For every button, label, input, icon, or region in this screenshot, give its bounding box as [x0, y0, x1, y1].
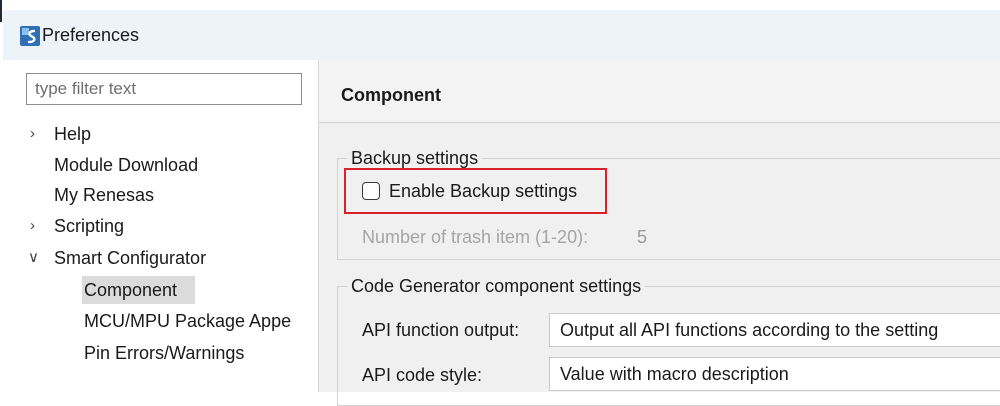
tree-item-component[interactable]: Component [84, 278, 177, 302]
trash-item-label: Number of trash item (1-20): [362, 227, 589, 247]
api-output-label: API function output: [362, 320, 520, 340]
enable-backup-label[interactable]: Enable Backup settings [389, 179, 577, 203]
backup-settings-title: Backup settings [347, 147, 483, 169]
preferences-tree-panel: › Help Module Download My Renesas › Scri… [3, 60, 319, 392]
api-output-value: Output all API functions according to th… [560, 320, 939, 340]
api-style-label: API code style: [362, 365, 483, 385]
chevron-right-icon[interactable]: › [30, 214, 35, 238]
page-title: Component [341, 85, 441, 105]
tree-item-help[interactable]: Help [54, 122, 91, 146]
trash-item-input[interactable]: 5 [637, 225, 647, 249]
tree-item-module-download[interactable]: Module Download [54, 153, 198, 177]
filter-input[interactable] [26, 73, 302, 105]
enable-backup-checkbox[interactable] [362, 182, 380, 200]
api-style-select[interactable]: Value with macro description [549, 357, 1000, 391]
tree-item-mcu-mpu-package[interactable]: MCU/MPU Package Appe [84, 309, 291, 333]
title-bar: Preferences [3, 10, 1000, 60]
chevron-down-icon[interactable]: ∨ [28, 246, 39, 270]
code-generator-title: Code Generator component settings [347, 275, 646, 297]
api-output-select[interactable]: Output all API functions according to th… [549, 313, 1000, 347]
renesas-app-icon [20, 26, 40, 46]
preference-page: Component Backup settings Enable Backup … [319, 60, 1000, 406]
page-header: Component [319, 60, 1000, 123]
api-style-value: Value with macro description [560, 364, 789, 384]
trash-item-field-bg [627, 220, 1000, 254]
window-title: Preferences [42, 25, 140, 45]
tree-item-pin-errors[interactable]: Pin Errors/Warnings [84, 341, 244, 365]
tree-item-scripting[interactable]: Scripting [54, 214, 124, 238]
tree-item-my-renesas[interactable]: My Renesas [54, 183, 154, 207]
tree-item-smart-configurator[interactable]: Smart Configurator [54, 246, 206, 270]
chevron-right-icon[interactable]: › [30, 122, 35, 146]
